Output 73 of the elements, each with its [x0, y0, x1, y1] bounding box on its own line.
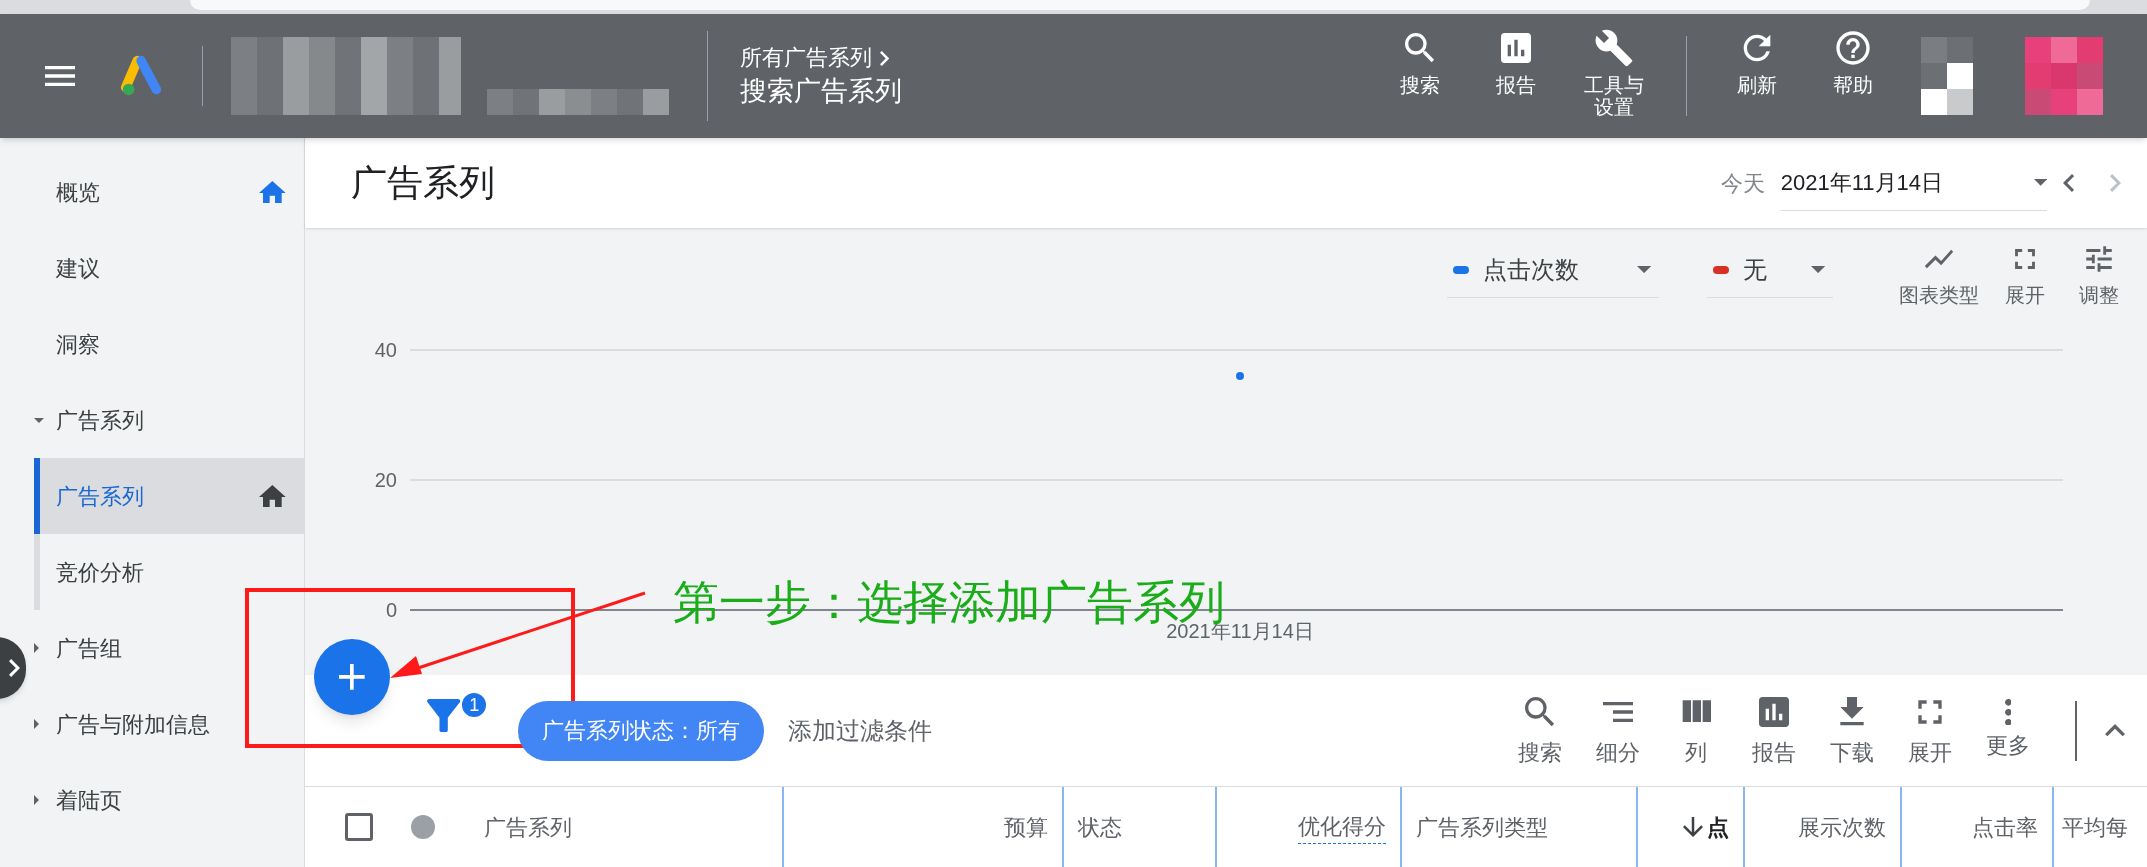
chevron-right-icon [8, 659, 20, 677]
column-header[interactable]: 优化得分 [1215, 787, 1400, 867]
caret-down-icon [1636, 265, 1651, 274]
caret-right-icon[interactable] [34, 719, 39, 729]
axis-tick-label: 0 [385, 599, 397, 621]
home-icon[interactable] [259, 484, 286, 508]
chevron-left-icon [2062, 174, 2074, 192]
sidebar-item[interactable]: 建议 [30, 230, 304, 306]
metric-dropdown[interactable]: 点击次数 [1447, 242, 1659, 298]
chevron-right-icon [880, 50, 890, 66]
chevron-up-icon [2105, 724, 2125, 737]
page-title: 广告系列 [351, 161, 495, 205]
column-header[interactable]: 状态 [1062, 787, 1215, 867]
filter-icon [427, 699, 461, 733]
sort-arrow-icon [1683, 817, 1703, 837]
collapse-button[interactable] [2105, 724, 2125, 737]
home-icon[interactable] [259, 180, 286, 204]
add-filter-button[interactable]: 添加过滤条件 [788, 712, 933, 749]
column-header[interactable]: 预算 [782, 787, 1062, 867]
select-all-checkbox[interactable] [345, 813, 373, 841]
wrench-icon [1594, 28, 1634, 68]
data-point [1236, 372, 1244, 380]
toolbar-button[interactable]: 列 [1657, 692, 1735, 769]
column-header[interactable]: 广告系列类型 [1400, 787, 1636, 867]
toolbar-button[interactable]: 搜索 [1501, 692, 1579, 769]
caret-down-icon [2033, 179, 2047, 186]
date-picker[interactable]: 2021年11月14日 [1780, 155, 2047, 211]
toolbar-button[interactable]: 报告 [1735, 692, 1813, 769]
sidebar-item[interactable]: 概览 [30, 154, 304, 230]
toolbar-button[interactable]: 下载 [1813, 692, 1891, 769]
header-action-button[interactable]: 帮助 [1805, 20, 1901, 132]
chevron-right-icon [2109, 174, 2121, 192]
header-action-button[interactable]: 工具与设置 [1564, 20, 1664, 132]
caret-down-icon[interactable] [34, 417, 44, 423]
more-icon [2004, 698, 2012, 726]
help-icon [1833, 28, 1873, 68]
sidebar-item[interactable]: 广告组 [30, 610, 304, 686]
column-header[interactable]: 广告系列 [470, 787, 782, 867]
toolbar-button[interactable]: 展开 [1891, 692, 1969, 769]
caret-right-icon[interactable] [34, 643, 39, 653]
filter-chip[interactable]: 广告系列状态：所有 [518, 700, 765, 761]
breadcrumb-link[interactable]: 所有广告系列 [740, 43, 902, 73]
sidebar-item[interactable]: 洞察 [30, 306, 304, 382]
column-header[interactable]: 点 [1636, 787, 1743, 867]
previous-button[interactable] [2062, 174, 2074, 192]
sidebar-item[interactable]: 着陆页 [30, 762, 304, 838]
column-header[interactable]: 平均每 [2052, 787, 2147, 867]
page-heading: 搜索广告系列 [740, 75, 902, 108]
axis-tick-label: 20 [374, 469, 397, 491]
header-action-button[interactable]: 搜索 [1372, 20, 1468, 132]
add-button[interactable] [314, 639, 390, 715]
menu-icon [45, 66, 75, 86]
toolbar-button[interactable]: 细分 [1579, 692, 1657, 769]
axis-tick-label: 40 [374, 339, 397, 361]
sidebar-item[interactable]: 广告与附加信息 [30, 686, 304, 762]
plus-icon [339, 664, 365, 690]
header-action-button[interactable]: 刷新 [1709, 20, 1805, 132]
column-header[interactable]: 展示次数 [1743, 787, 1900, 867]
caret-right-icon[interactable] [34, 795, 39, 805]
metric-dropdown[interactable]: 无 [1707, 242, 1833, 298]
chart-tool-button[interactable]: 图表类型 [1899, 242, 1979, 310]
sidebar-item[interactable]: 广告系列 [30, 382, 304, 458]
toolbar-button[interactable]: 更多 [1969, 698, 2047, 763]
sidebar-item[interactable]: 竞价分析 [34, 534, 304, 610]
sidebar-item[interactable]: 广告系列 [34, 458, 304, 534]
date-label: 今天 [1720, 169, 1765, 198]
chart-tool-button[interactable]: 调整 [2071, 242, 2127, 310]
filter-button[interactable] [427, 699, 461, 733]
header-action-button[interactable]: 报告 [1468, 20, 1564, 132]
column-header[interactable]: 点击率 [1900, 787, 2052, 867]
caret-down-icon [1810, 265, 1825, 274]
filter-count-badge: 1 [460, 691, 489, 719]
chart-tool-button[interactable]: 展开 [1997, 242, 2053, 310]
